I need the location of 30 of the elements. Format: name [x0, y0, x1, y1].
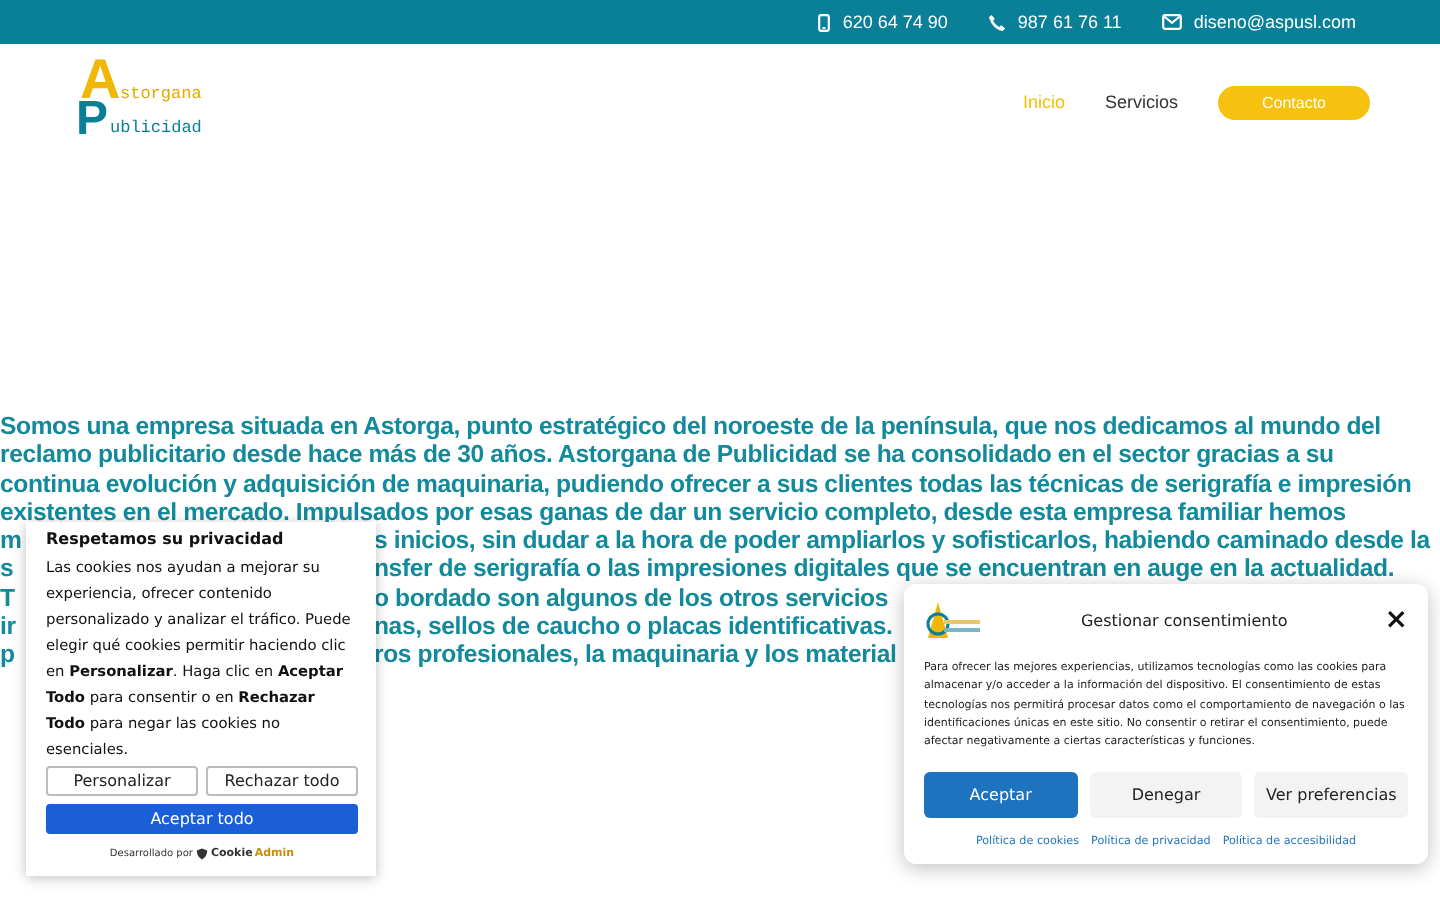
- option-button[interactable]: Rechazar todo: [206, 766, 358, 796]
- contact-text[interactable]: 620 64 74 90: [842, 12, 948, 32]
- option-button[interactable]: Denegar: [1089, 772, 1243, 819]
- intro-text: ir: [0, 612, 16, 641]
- nav-link[interactable]: Servicios: [1104, 92, 1178, 112]
- mail-icon: [1161, 14, 1182, 30]
- logo-icon: [924, 600, 984, 640]
- intro-text: continua evolución y adquisición de maquinaria, pudiendo ofrecer a sus clientes todas las técnicas de serigrafía e impresión: [0, 469, 1412, 498]
- intro-text: nas, sellos de caucho o placas identificativas.: [374, 612, 893, 641]
- contact-text[interactable]: 987 61 76 11: [1017, 12, 1122, 32]
- close-button[interactable]: ×: [1384, 606, 1408, 634]
- intro-text: s inicios, sin dudar a la hora de poder ampliarlos y sofisticarlos, habiendo caminado desde la: [374, 526, 1430, 555]
- option-button[interactable]: Personalizar: [46, 766, 198, 796]
- intro-text: m: [0, 526, 22, 555]
- accept-button[interactable]: Aceptar todo: [46, 804, 358, 834]
- intro-text: Somos una empresa situada en Astorga, punto estratégico del noroeste de la península, que nos dedicamos al mundo del: [0, 412, 1381, 441]
- phone-icon: [987, 13, 1006, 31]
- dialog-title: Gestionar consentimiento: [1078, 611, 1290, 629]
- contact-text[interactable]: diseno@aspusl.com: [1193, 12, 1356, 32]
- popup-title: Respetamos su privacidad: [46, 530, 286, 548]
- intro-text: T: [0, 583, 15, 612]
- intro-text: p: [0, 640, 15, 669]
- intro-text: ros profesionales, la maquinaria y los material: [374, 640, 897, 670]
- intro-text: s: [0, 554, 14, 583]
- intro-text: nsfer de serigrafía o las impresiones digitales que se encuentran en auge en la actualidad.: [374, 554, 1395, 584]
- intro-text: existentes en el mercado. Impulsados por esas ganas de dar un servicio completo, desde esta empresa familiar hemos: [0, 497, 1346, 527]
- option-button[interactable]: Ver preferencias: [1254, 772, 1408, 819]
- intro-text: reclamo publicitario desde hace más de 30 años. Astorgana de Publicidad se ha consolidado en el sector gracias a su: [0, 440, 1334, 470]
- mobile-phone-icon: [818, 13, 831, 31]
- accept-button[interactable]: Aceptar: [924, 772, 1078, 819]
